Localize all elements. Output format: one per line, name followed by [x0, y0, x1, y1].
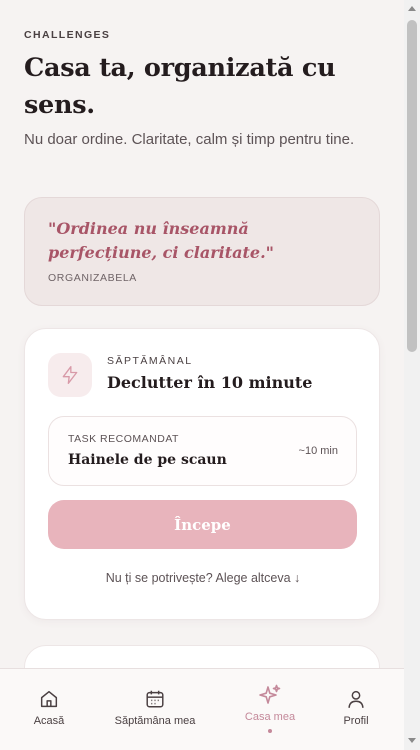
task-duration: ~10 min	[298, 445, 338, 457]
weekly-label: SĂPTĂMÂNAL	[107, 355, 193, 367]
page-content: CHALLENGES Casa ta, organizată cu sens. …	[0, 0, 404, 750]
nav-label: Profil	[343, 715, 369, 727]
nav-item-casa-mea[interactable]: Casa mea	[230, 669, 310, 750]
page-title: Casa ta, organizată cu sens.	[24, 53, 336, 120]
weekly-title: Declutter în 10 minute	[107, 373, 313, 392]
scroll-up-arrow[interactable]	[408, 6, 416, 11]
home-icon	[38, 687, 60, 711]
recommended-task[interactable]: TASK RECOMANDAT Hainele de pe scaun ~10 …	[48, 416, 357, 486]
active-indicator	[268, 729, 272, 733]
start-button[interactable]: Începe	[48, 500, 357, 549]
section-eyebrow: CHALLENGES	[24, 29, 111, 41]
sparkles-icon	[258, 683, 282, 707]
nav-label: Acasă	[33, 715, 65, 727]
page-subtitle: Nu doar ordine. Claritate, calm și timp …	[24, 131, 355, 148]
nav-label: Casa mea	[244, 711, 296, 723]
nav-item-profil[interactable]: Profil	[326, 669, 386, 750]
scroll-thumb[interactable]	[407, 20, 417, 352]
quote-card: "Ordinea nu înseamnă perfecțiune, ci cla…	[24, 197, 380, 306]
bolt-icon	[48, 353, 92, 397]
choose-other-link[interactable]: Nu ți se potrivește? Alege altceva ↓	[25, 571, 381, 585]
quote-text: "Ordinea nu înseamnă perfecțiune, ci cla…	[48, 219, 274, 262]
task-name: Hainele de pe scaun	[68, 452, 227, 468]
nav-item-saptamana-mea[interactable]: Săptămâna mea	[104, 669, 206, 750]
nav-label: Săptămâna mea	[114, 715, 196, 727]
calendar-icon	[144, 687, 166, 711]
scrollbar[interactable]	[404, 0, 420, 750]
user-icon	[345, 687, 367, 711]
scroll-down-arrow[interactable]	[408, 738, 416, 743]
nav-item-acasa[interactable]: Acasă	[12, 669, 86, 750]
quote-author: ORGANIZABELA	[48, 272, 137, 284]
bottom-navigation: Acasă Săptămâna mea Casa mea Profil	[0, 668, 404, 750]
task-label: TASK RECOMANDAT	[68, 433, 179, 445]
weekly-challenge-card: SĂPTĂMÂNAL Declutter în 10 minute TASK R…	[24, 328, 380, 620]
